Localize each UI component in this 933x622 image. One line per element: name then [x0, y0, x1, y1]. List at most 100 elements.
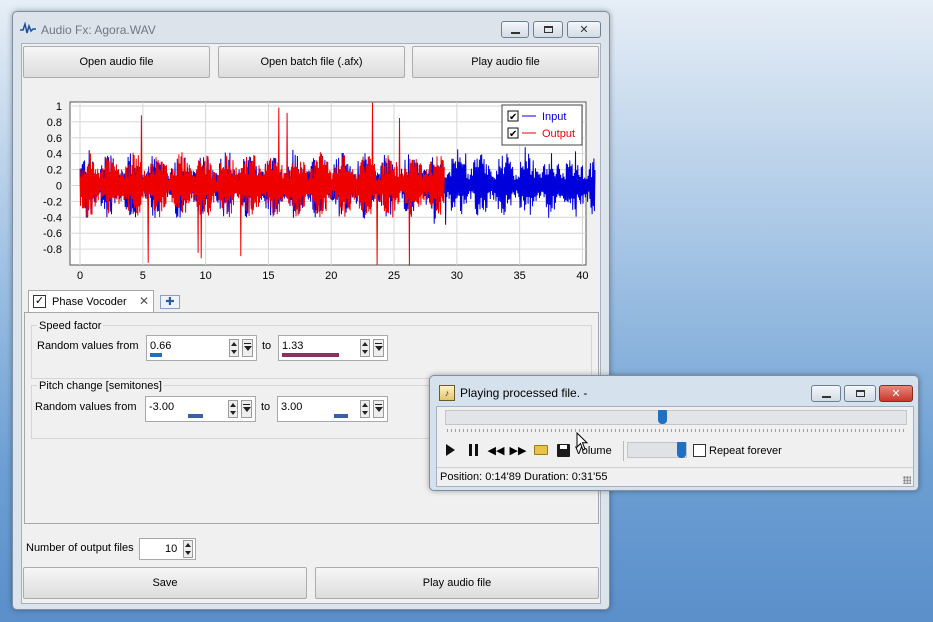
position-slider-ticks — [447, 429, 905, 432]
open-audio-button[interactable]: Open audio file — [23, 46, 210, 78]
tab-enable-checkbox[interactable]: ✓ — [33, 295, 46, 308]
minimize-icon — [510, 31, 520, 34]
x-tick-label: 35 — [514, 270, 526, 282]
open-folder-button[interactable] — [532, 441, 550, 459]
main-window: Audio Fx: Agora.WAV ✕ Open audio file Op… — [12, 11, 610, 610]
window-title: Audio Fx: Agora.WAV — [41, 23, 156, 37]
repeat-forever-checkbox[interactable] — [693, 444, 706, 457]
repeat-forever-label: Repeat forever — [709, 445, 782, 457]
player-status-bar: Position: 0:14'89 Duration: 0:31'55 — [437, 467, 913, 486]
player-window-icon: ♪ — [439, 385, 455, 401]
pitch-from-bar — [188, 414, 203, 418]
add-tab-icon: ✚ — [165, 296, 175, 308]
pitch-to-field[interactable]: 3.00 — [277, 396, 388, 422]
player-status-text: Position: 0:14'89 Duration: 0:31'55 — [440, 471, 608, 483]
pitch-random-label: Random values from — [35, 401, 137, 413]
pitch-to-dropdown[interactable] — [373, 400, 384, 418]
speed-to-spinner[interactable] — [360, 339, 370, 357]
save-file-button[interactable] — [554, 441, 572, 459]
play-audio-bottom-button[interactable]: Play audio file — [315, 567, 599, 599]
x-tick-label: 20 — [325, 270, 337, 282]
output-files-field[interactable]: 10 — [139, 538, 196, 560]
y-tick-label: 0.2 — [47, 165, 62, 177]
y-tick-label: 0 — [56, 180, 62, 192]
folder-icon — [534, 445, 548, 455]
x-tick-label: 10 — [199, 270, 211, 282]
maximize-icon — [543, 26, 553, 33]
x-tick-label: 5 — [140, 270, 146, 282]
maximize-button[interactable] — [533, 21, 563, 38]
y-tick-label: -0.8 — [43, 244, 62, 256]
main-client: Open audio file Open batch file (.afx) P… — [21, 43, 601, 604]
legend-input-check-mark: ✔ — [509, 112, 517, 123]
mouse-cursor-icon — [576, 432, 589, 451]
x-tick-label: 0 — [77, 270, 83, 282]
close-button[interactable]: ✕ — [567, 21, 601, 38]
save-button[interactable]: Save — [23, 567, 307, 599]
player-client: ◀◀ ▶▶ Volume Repeat forever Position: 0:… — [436, 406, 914, 487]
pitch-to-value: 3.00 — [281, 401, 303, 413]
pitch-to-bar — [334, 414, 348, 418]
player-maximize-button[interactable] — [844, 385, 876, 402]
y-tick-label: -0.6 — [43, 228, 62, 240]
close-icon: ✕ — [579, 24, 589, 36]
legend-output-check-mark: ✔ — [509, 129, 517, 140]
player-minimize-icon — [821, 395, 831, 398]
player-minimize-button[interactable] — [811, 385, 841, 402]
x-tick-label: 40 — [576, 270, 588, 282]
speed-to-dropdown[interactable] — [373, 339, 384, 357]
speed-from-dropdown[interactable] — [242, 339, 253, 357]
add-tab-button[interactable]: ✚ — [160, 295, 180, 309]
tab-close-icon[interactable]: ✕ — [139, 294, 149, 308]
speed-to-label: to — [262, 340, 272, 352]
x-tick-label: 30 — [451, 270, 463, 282]
y-tick-label: 1 — [56, 101, 62, 113]
speed-to-field[interactable]: 1.33 — [278, 335, 388, 361]
pitch-from-field[interactable]: -3.00 — [145, 396, 256, 422]
output-files-spinner[interactable] — [183, 540, 193, 558]
volume-slider-thumb[interactable] — [677, 442, 686, 458]
pitch-from-dropdown[interactable] — [241, 400, 252, 418]
speed-from-spinner[interactable] — [229, 339, 239, 357]
output-files-value: 10 — [165, 543, 178, 555]
y-tick-label: -0.2 — [43, 196, 62, 208]
tab-phase-vocoder[interactable]: ✓ Phase Vocoder ✕ — [28, 290, 154, 313]
speed-random-label: Random values from — [37, 340, 139, 352]
y-tick-label: 0.4 — [47, 149, 62, 161]
pitch-change-title: Pitch change [semitones] — [37, 380, 164, 392]
speed-to-value: 1.33 — [282, 340, 304, 352]
speed-from-bar — [150, 353, 162, 357]
pitch-from-value: -3.00 — [149, 401, 175, 413]
open-batch-button[interactable]: Open batch file (.afx) — [218, 46, 405, 78]
legend-output-label: Output — [542, 128, 575, 140]
pitch-to-label: to — [261, 401, 271, 413]
play-icon — [445, 444, 455, 456]
play-audio-top-button[interactable]: Play audio file — [412, 46, 599, 78]
pause-button[interactable] — [464, 441, 482, 459]
minimize-button[interactable] — [501, 21, 529, 38]
pitch-from-spinner[interactable] — [228, 400, 238, 418]
speed-factor-title: Speed factor — [37, 320, 104, 332]
speed-to-bar — [282, 353, 339, 357]
floppy-disk-icon — [556, 443, 570, 457]
player-close-icon: ✕ — [891, 388, 901, 400]
fast-forward-button[interactable]: ▶▶ — [509, 441, 527, 459]
player-close-button[interactable]: ✕ — [879, 385, 913, 402]
y-tick-label: 0.8 — [47, 117, 62, 129]
legend-input-label: Input — [542, 111, 566, 123]
chart-legend: ✔ Input ✔ Output — [501, 104, 583, 146]
player-maximize-icon — [855, 390, 865, 397]
play-button[interactable] — [441, 441, 459, 459]
toolbar-separator — [623, 441, 624, 461]
app-logo-icon — [20, 21, 36, 35]
rewind-button[interactable]: ◀◀ — [487, 441, 505, 459]
speed-from-field[interactable]: 0.66 — [146, 335, 257, 361]
fast-forward-icon: ▶▶ — [509, 444, 527, 457]
position-slider-thumb[interactable] — [658, 410, 667, 424]
output-files-label: Number of output files — [26, 542, 134, 554]
pitch-to-spinner[interactable] — [360, 400, 370, 418]
position-slider-track[interactable] — [445, 410, 907, 425]
resize-grip-icon[interactable] — [903, 476, 911, 484]
x-tick-label: 15 — [262, 270, 274, 282]
player-title: Playing processed file. - — [460, 386, 588, 400]
